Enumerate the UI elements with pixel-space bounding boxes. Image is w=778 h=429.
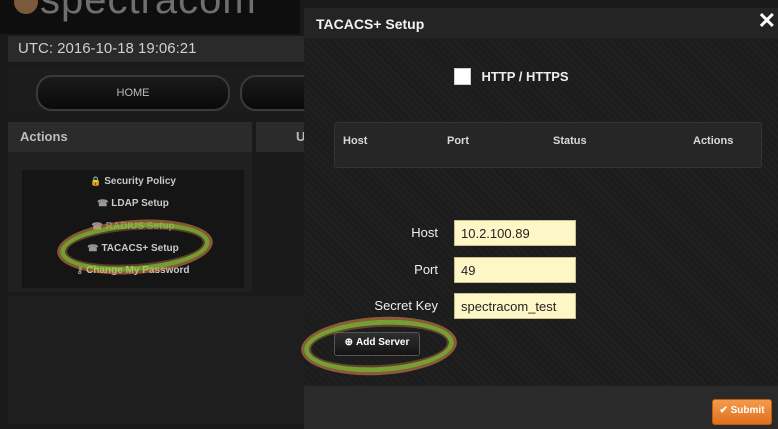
http-https-label: HTTP / HTTPS — [481, 69, 569, 85]
check-icon: ✔ — [719, 405, 728, 416]
nav-home-button[interactable]: HOME — [36, 75, 230, 111]
host-input[interactable] — [454, 220, 576, 246]
http-https-checkbox[interactable] — [454, 68, 471, 86]
column-header-actions: Actions — [693, 135, 734, 147]
plus-circle-icon: ⊕ — [344, 337, 354, 348]
secret-key-input[interactable] — [454, 293, 576, 319]
dialog-title: TACACS+ Setup — [316, 16, 425, 32]
submit-button[interactable]: ✔ Submit — [712, 399, 772, 425]
action-label: Security Policy — [104, 176, 176, 187]
close-icon[interactable]: ✕ — [758, 8, 776, 34]
secret-key-label: Secret Key — [374, 298, 438, 313]
phone-icon: ☎ — [91, 221, 103, 231]
host-label: Host — [411, 225, 438, 240]
action-tacacs-setup[interactable]: ☎ TACACS+ Setup — [22, 243, 244, 254]
phone-icon: ☎ — [97, 198, 109, 208]
actions-title: Actions — [8, 122, 252, 152]
actions-panel: Actions 🔒 Security Policy ☎ LDAP Setup ☎ RA… — [8, 122, 252, 292]
brand-header: spectracom — [0, 0, 300, 34]
action-label: TACACS+ Setup — [101, 243, 179, 254]
action-security-policy[interactable]: 🔒 Security Policy — [22, 176, 244, 187]
key-icon: ⚷ — [76, 265, 84, 275]
http-https-option: HTTP / HTTPS — [454, 68, 569, 86]
action-label: RADIUS Setup — [105, 221, 175, 232]
actions-list: 🔒 Security Policy ☎ LDAP Setup ☎ RADIUS Set… — [22, 170, 244, 288]
nav-bar: HOME — [8, 68, 364, 112]
submit-label: Submit — [730, 405, 765, 416]
action-label: LDAP Setup — [111, 198, 169, 209]
tacacs-setup-dialog: TACACS+ Setup ✕ HTTP / HTTPS Host Port S… — [304, 8, 778, 429]
dialog-footer: ✔ Submit — [304, 386, 778, 429]
add-server-label: Add Server — [356, 337, 410, 348]
background-lower-panel — [8, 296, 304, 424]
add-server-button[interactable]: ⊕ Add Server — [334, 332, 420, 356]
action-label: Change My Password — [86, 265, 190, 276]
utc-clock: UTC: 2016-10-18 19:06:21 — [8, 36, 304, 62]
column-header-port: Port — [447, 135, 469, 147]
port-label: Port — [414, 262, 438, 277]
server-table: Host Port Status Actions — [334, 122, 762, 168]
column-header-status: Status — [553, 135, 587, 147]
action-ldap-setup[interactable]: ☎ LDAP Setup — [22, 198, 244, 209]
phone-icon: ☎ — [87, 243, 99, 253]
brand-logo-icon — [14, 0, 38, 14]
action-radius-setup[interactable]: ☎ RADIUS Setup — [22, 221, 244, 232]
action-change-password[interactable]: ⚷ Change My Password — [22, 265, 244, 276]
port-input[interactable] — [454, 257, 576, 283]
lock-icon: 🔒 — [90, 176, 102, 186]
dialog-header: TACACS+ Setup ✕ — [304, 8, 778, 38]
brand-logo-text: spectracom — [40, 0, 257, 22]
column-header-host: Host — [343, 135, 368, 147]
secondary-panel-header: U — [256, 122, 305, 152]
